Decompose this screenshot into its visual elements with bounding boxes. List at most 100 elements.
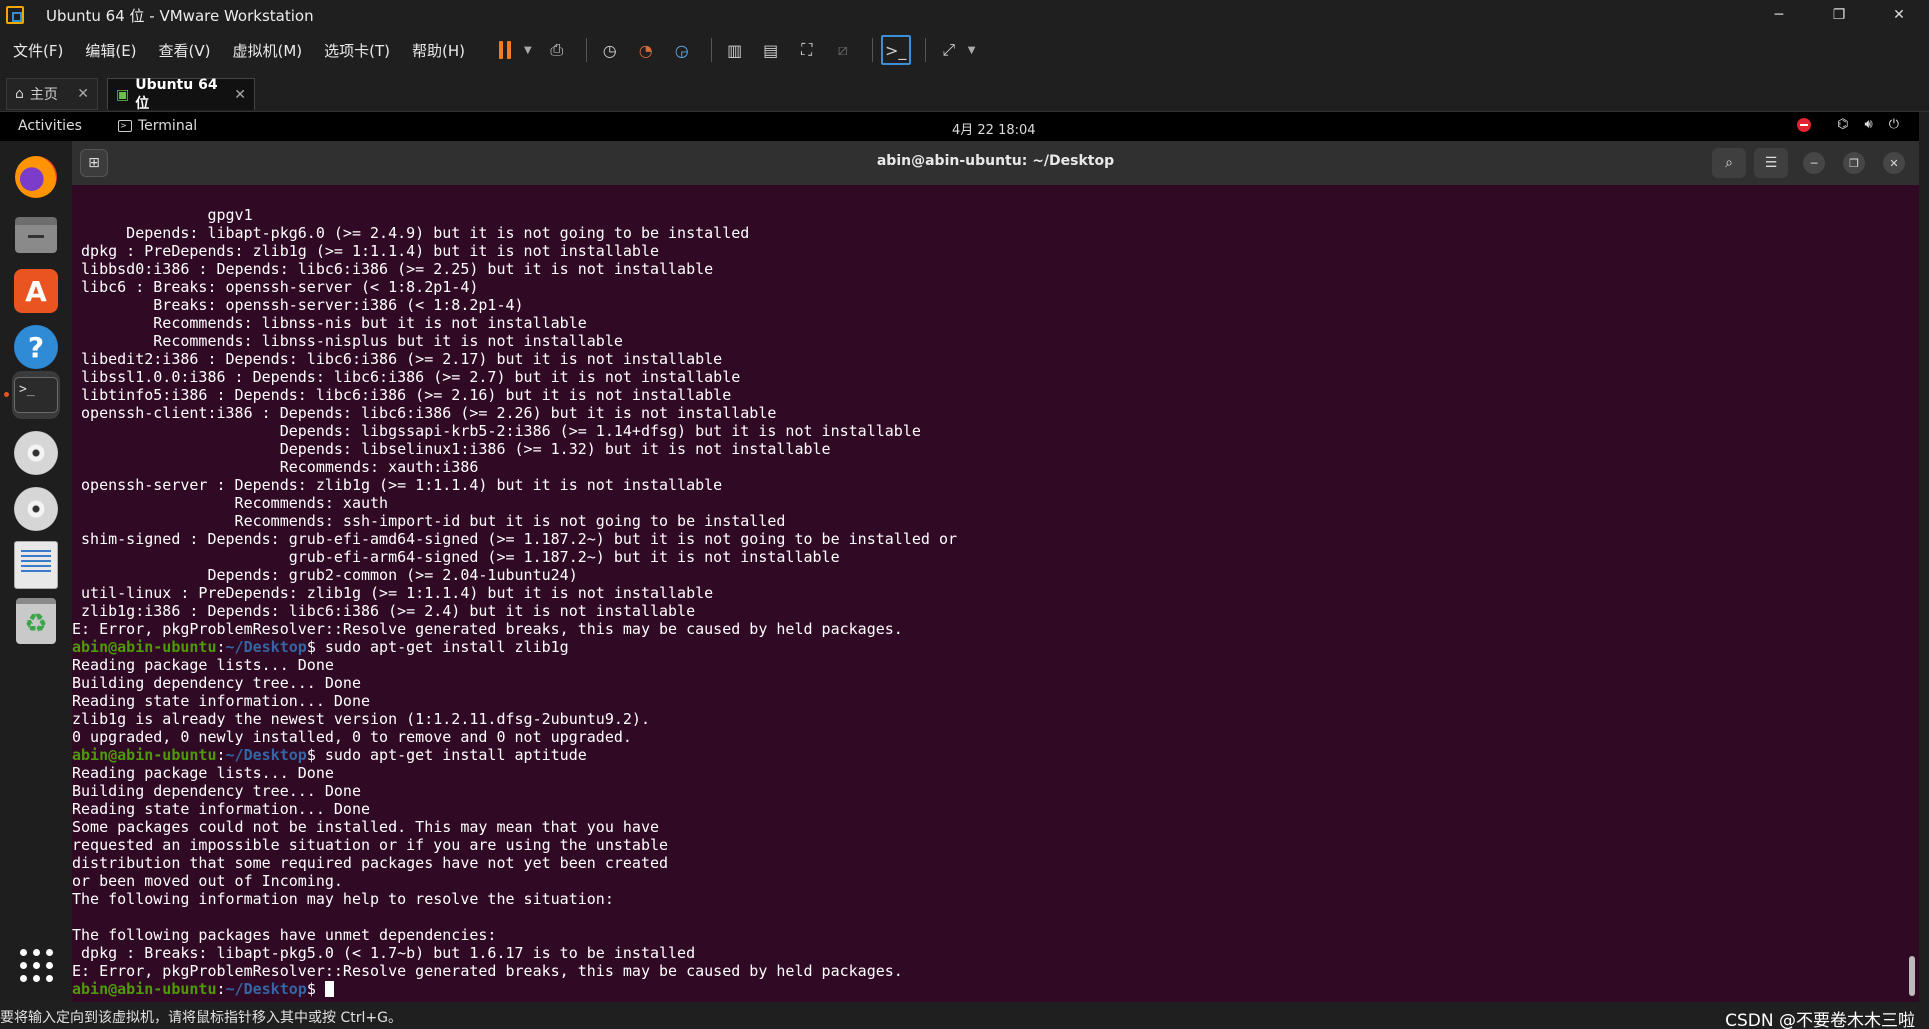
system-tray[interactable]: ⌬ 🔊︎ ⏻ bbox=[1781, 117, 1899, 132]
tab-home[interactable]: ⌂ 主页 ✕ bbox=[6, 78, 98, 110]
terminal-output-line: requested an impossible situation or if … bbox=[72, 836, 669, 854]
prompt-path: ~/Desktop bbox=[225, 980, 307, 998]
tab-ubuntu[interactable]: ▣ Ubuntu 64 位 ✕ bbox=[107, 76, 255, 112]
firefox-icon[interactable] bbox=[12, 153, 60, 201]
help-icon[interactable]: ? bbox=[12, 323, 60, 371]
menu-help[interactable]: 帮助(H) bbox=[403, 40, 474, 61]
pause-icon[interactable] bbox=[490, 35, 520, 65]
command-text: $ sudo apt-get install aptitude bbox=[306, 746, 587, 764]
menu-edit[interactable]: 编辑(E) bbox=[76, 40, 145, 61]
status-bar: 要将输入定向到该虚拟机，请将鼠标指针移入其中或按 Ctrl+G。 CSDN @不… bbox=[0, 1002, 1929, 1029]
terminal-output-line: grub-efi-arm64-signed (>= 1.187.2~) but … bbox=[72, 548, 840, 566]
search-icon[interactable]: ⌕ bbox=[1712, 148, 1746, 178]
files-icon[interactable] bbox=[12, 211, 60, 259]
activities-button[interactable]: Activities bbox=[18, 118, 82, 134]
window-edge bbox=[1919, 112, 1929, 1002]
power-icon: ⏻ bbox=[1888, 117, 1899, 132]
terminal-output-line: Depends: grub2-common (>= 2.04-1ubuntu24… bbox=[72, 566, 578, 584]
terminal-output-line: Depends: libselinux1:i386 (>= 1.32) but … bbox=[72, 440, 831, 458]
snapshot-icon[interactable]: ◷ bbox=[595, 35, 625, 65]
prompt-separator: : bbox=[216, 746, 226, 764]
vm-running-icon: ▣ bbox=[116, 86, 130, 103]
menu-tabs[interactable]: 选项卡(T) bbox=[315, 40, 399, 61]
text-editor-icon[interactable] bbox=[12, 541, 60, 589]
scrollbar[interactable] bbox=[1909, 956, 1915, 996]
console-view-icon[interactable]: >_ bbox=[880, 35, 911, 65]
send-ctrl-alt-del-icon[interactable]: ⎙ bbox=[542, 35, 572, 65]
prompt-separator: : bbox=[216, 638, 226, 656]
running-indicator bbox=[4, 392, 9, 397]
close-icon[interactable]: ✕ bbox=[77, 86, 89, 102]
fullscreen-icon[interactable]: ⛶ bbox=[792, 35, 822, 65]
terminal-output-line: dpkg : PreDepends: zlib1g (>= 1:1.1.4) b… bbox=[72, 242, 659, 260]
vm-tab-strip: ⌂ 主页 ✕ ▣ Ubuntu 64 位 ✕ bbox=[0, 70, 1929, 112]
volume-icon: 🔊︎ bbox=[1864, 117, 1873, 132]
terminal-output-line: 0 upgraded, 0 newly installed, 0 to remo… bbox=[72, 728, 632, 746]
hamburger-menu-icon[interactable]: ☰ bbox=[1754, 148, 1788, 178]
stretch-dropdown-icon[interactable]: ▼ bbox=[968, 45, 976, 56]
terminal-output-line: Building dependency tree... Done bbox=[72, 674, 361, 692]
terminal-dock-icon[interactable]: >_ bbox=[12, 371, 60, 419]
maximize-icon[interactable]: ❐ bbox=[1843, 152, 1865, 174]
terminal-output-line: E: Error, pkgProblemResolver::Resolve ge… bbox=[72, 620, 903, 638]
disc-icon[interactable] bbox=[12, 485, 60, 533]
window-controls: ─ ❐ ✕ bbox=[1749, 0, 1929, 30]
terminal-output-line: openssh-client:i386 : Depends: libc6:i38… bbox=[72, 404, 777, 422]
toolbar-divider bbox=[585, 38, 587, 62]
prompt-user: abin@abin-ubuntu bbox=[72, 746, 217, 764]
prompt-path: ~/Desktop bbox=[225, 638, 307, 656]
app-menu[interactable]: > Terminal bbox=[118, 118, 197, 134]
terminal-output-line: shim-signed : Depends: grub-efi-amd64-si… bbox=[72, 530, 958, 548]
thumbnail-view-icon[interactable]: ▤ bbox=[756, 35, 786, 65]
unity-icon[interactable]: ⧄ bbox=[828, 35, 858, 65]
menu-vm[interactable]: 虚拟机(M) bbox=[224, 40, 312, 61]
command-text: $ bbox=[306, 980, 325, 998]
guest-display[interactable]: Activities > Terminal 4月 22 18:04 ⌬ 🔊︎ ⏻… bbox=[0, 112, 1919, 1002]
terminal-output-line: libssl1.0.0:i386 : Depends: libc6:i386 (… bbox=[72, 368, 741, 386]
library-view-icon[interactable]: ▥ bbox=[720, 35, 750, 65]
vmware-titlebar: Ubuntu 64 位 - VMware Workstation ─ ❐ ✕ bbox=[0, 0, 1929, 30]
software-store-icon[interactable]: A bbox=[12, 267, 60, 315]
toolbar: ▼ ⎙ ◷ ◔ ◶ ▥ ▤ ⛶ ⧄ >_ ⤢ ▼ bbox=[490, 35, 985, 65]
terminal-output-line: E: Error, pkgProblemResolver::Resolve ge… bbox=[72, 962, 903, 980]
terminal-output: gpgv1 Depends: libapt-pkg6.0 (>= 2.4.9) … bbox=[72, 206, 957, 998]
close-icon[interactable]: ✕ bbox=[1883, 152, 1905, 174]
revert-snapshot-icon[interactable]: ◔ bbox=[631, 35, 661, 65]
minimize-button[interactable]: ─ bbox=[1749, 0, 1809, 30]
snapshot-manager-icon[interactable]: ◶ bbox=[667, 35, 697, 65]
terminal-headerbar: ⊞ abin@abin-ubuntu: ~/Desktop ⌕ ☰ ─ ❐ ✕ bbox=[72, 141, 1919, 185]
disc-icon[interactable] bbox=[12, 429, 60, 477]
clock[interactable]: 4月 22 18:04 bbox=[952, 119, 1036, 138]
menu-view[interactable]: 查看(V) bbox=[150, 40, 220, 61]
terminal-output-line: libedit2:i386 : Depends: libc6:i386 (>= … bbox=[72, 350, 723, 368]
terminal-output-line: Reading package lists... Done bbox=[72, 764, 334, 782]
trash-icon[interactable]: ♻ bbox=[12, 597, 60, 645]
menubar: 文件(F) 编辑(E) 查看(V) 虚拟机(M) 选项卡(T) 帮助(H) ▼ … bbox=[0, 30, 1929, 70]
terminal-output-line: Reading state information... Done bbox=[72, 800, 371, 818]
stretch-icon[interactable]: ⤢ bbox=[934, 35, 964, 65]
minimize-icon[interactable]: ─ bbox=[1803, 152, 1825, 174]
power-dropdown-icon[interactable]: ▼ bbox=[524, 45, 532, 56]
update-error-icon[interactable] bbox=[1797, 117, 1812, 132]
terminal-output-line: Building dependency tree... Done bbox=[72, 782, 361, 800]
terminal-output-line: gpgv1 bbox=[72, 206, 253, 224]
app-grid-icon[interactable] bbox=[12, 941, 60, 989]
window-title: Ubuntu 64 位 - VMware Workstation bbox=[46, 6, 314, 25]
terminal-body[interactable]: gpgv1 Depends: libapt-pkg6.0 (>= 2.4.9) … bbox=[72, 185, 1919, 1002]
terminal-title: abin@abin-ubuntu: ~/Desktop bbox=[876, 153, 1115, 169]
close-button[interactable]: ✕ bbox=[1869, 0, 1929, 30]
terminal-output-line: util-linux : PreDepends: zlib1g (>= 1:1.… bbox=[72, 584, 714, 602]
tab-ubuntu-label: Ubuntu 64 位 bbox=[135, 76, 218, 112]
terminal-output-line: libtinfo5:i386 : Depends: libc6:i386 (>=… bbox=[72, 386, 732, 404]
gnome-top-bar: Activities > Terminal 4月 22 18:04 ⌬ 🔊︎ ⏻ bbox=[0, 112, 1919, 141]
close-icon[interactable]: ✕ bbox=[234, 87, 246, 103]
terminal-output-line: Breaks: openssh-server:i386 (< 1:8.2p1-4… bbox=[72, 296, 524, 314]
toolbar-divider bbox=[710, 38, 712, 62]
menu-file[interactable]: 文件(F) bbox=[4, 40, 72, 61]
terminal-prompt-line: abin@abin-ubuntu:~/Desktop$ sudo apt-get… bbox=[72, 638, 957, 656]
terminal-output-line: Reading package lists... Done bbox=[72, 656, 334, 674]
terminal-output-line: Recommends: libnss-nis but it is not ins… bbox=[72, 314, 587, 332]
text-cursor bbox=[324, 981, 334, 997]
terminal-output-line: zlib1g is already the newest version (1:… bbox=[72, 710, 650, 728]
restore-button[interactable]: ❐ bbox=[1809, 0, 1869, 30]
